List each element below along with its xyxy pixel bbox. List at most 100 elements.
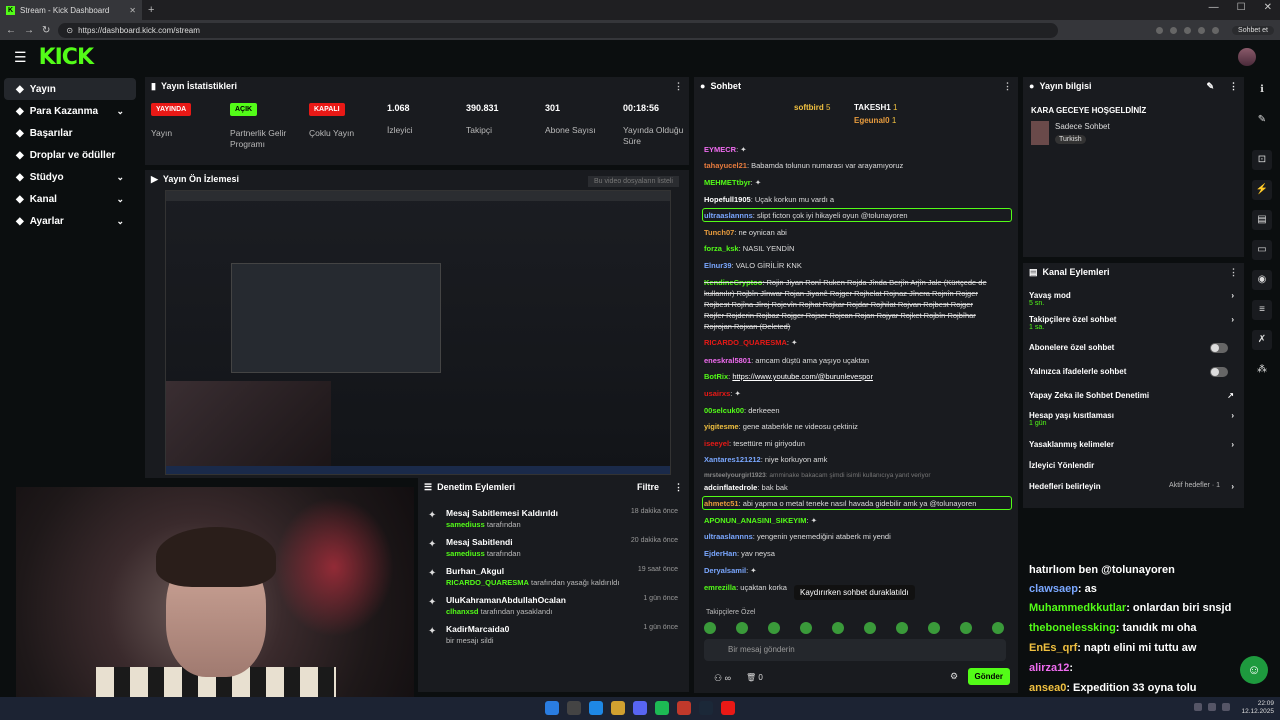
avatar[interactable] [1238, 48, 1256, 66]
steam-icon[interactable] [699, 701, 713, 715]
chat-username[interactable]: KendineCryptoo [704, 278, 762, 287]
chevron-down-icon[interactable]: ⌄ [116, 106, 124, 117]
channel-action[interactable]: Yalnızca ifadelerle sohbet [1029, 367, 1234, 377]
minimize-icon[interactable]: — [1209, 2, 1219, 13]
chat-username[interactable]: mrsteelyourgirl1923 [704, 472, 766, 479]
more-options-icon[interactable]: ⋮ [1229, 81, 1238, 92]
server-icon[interactable]: ≡ [1252, 300, 1272, 320]
chat-username[interactable]: forza_ksk [704, 244, 739, 253]
chat-message[interactable]: BotRix: https://www.youtube.com/@burunle… [704, 372, 873, 381]
trash-icon[interactable]: 🗑 [746, 673, 756, 682]
emote-icon[interactable] [800, 622, 812, 634]
more-options-icon[interactable]: ⋮ [674, 482, 683, 493]
chat-username[interactable]: EjderHan [704, 549, 737, 558]
url-field[interactable]: ⊙ https://dashboard.kick.com/stream [58, 22, 1059, 38]
search-icon[interactable] [567, 701, 581, 715]
top-gifter[interactable]: TAKESH1 1 [854, 103, 897, 112]
close-tab-icon[interactable]: ✕ [129, 6, 136, 15]
chevron-right-icon[interactable]: › [1231, 440, 1234, 449]
kick-logo[interactable]: KICK [39, 45, 94, 70]
emote-icon[interactable] [864, 622, 876, 634]
moderation-row[interactable]: ✦ UluKahramanAbdullahOcalan clhanxsd taraf… [426, 595, 688, 621]
chat-message[interactable]: ahmetc51: abi yapma o metal teneke nasıl… [704, 499, 976, 508]
chat-message[interactable]: APONUN_ANASINI_SIKEYIM: ✦ [704, 516, 817, 525]
more-options-icon[interactable]: ⋮ [674, 81, 683, 92]
extension-icon[interactable] [1212, 26, 1220, 34]
emote-icon[interactable] [768, 622, 780, 634]
chat-input[interactable]: Bir mesaj gönderin [704, 639, 1006, 661]
chat-message[interactable]: Tunch07: ne oynican abi [704, 228, 787, 237]
chat-message[interactable]: RICARDO_QUARESMA: ✦ [704, 338, 797, 347]
chat-paused-notice[interactable]: Kaydırırken sohbet duraklatıldı [794, 585, 915, 600]
moderation-row[interactable]: ✦ Mesaj Sabitlemesi Kaldırıldı samediuss t… [426, 508, 688, 534]
channel-action[interactable]: Yavaş mod 5 sn. › [1029, 291, 1234, 307]
windows-start-icon[interactable] [545, 701, 559, 715]
chevron-down-icon[interactable]: ⌄ [116, 194, 124, 205]
moderator-name[interactable]: samediuss [446, 520, 485, 529]
maximize-icon[interactable]: ☐ [1237, 2, 1246, 13]
chat-message[interactable]: iseeyel: tesettüre mi giriyodun [704, 439, 805, 448]
explorer-icon[interactable] [611, 701, 625, 715]
chat-username[interactable]: iseeyel [704, 439, 729, 448]
emote-icon[interactable] [704, 622, 716, 634]
chat-username[interactable]: APONUN_ANASINI_SIKEYIM [704, 516, 807, 525]
send-button[interactable]: Gönder [967, 668, 1010, 685]
chat-username[interactable]: Tunch07 [704, 228, 734, 237]
emote-icon[interactable] [928, 622, 940, 634]
browser-tab[interactable]: K Stream - Kick Dashboard ✕ [0, 0, 142, 20]
channel-action[interactable]: Hedefleri belirleyin Aktif hedefler · 1 › [1029, 482, 1234, 491]
lightning-icon[interactable]: ⚡ [1252, 180, 1272, 200]
forward-icon[interactable]: → [24, 25, 34, 36]
chat-username[interactable]: EYMECR [704, 145, 736, 154]
chat-message[interactable]: KendineCryptoo: Rojin Jiyan Ronî Ruken R… [704, 277, 994, 332]
reload-icon[interactable]: ↻ [42, 25, 50, 36]
document-icon[interactable]: ▤ [1252, 210, 1272, 230]
settings-icons[interactable]: ⚇ ∞ [714, 673, 731, 684]
sidebar-item-5[interactable]: ◆ Kanal ⌄ [4, 188, 136, 210]
sidebar-item-3[interactable]: ◆ Droplar ve ödüller [4, 144, 136, 166]
channel-action[interactable]: Abonelere özel sohbet [1029, 343, 1234, 353]
chat-message[interactable]: 00selcuk00: derkeeen [704, 406, 780, 415]
sidebar-item-0[interactable]: ◆ Yayın [4, 78, 136, 100]
chat-message[interactable]: Elnur39: VALO GİRİLİR KNK [704, 261, 802, 270]
chat-message[interactable]: eneskral5801: amcam düştü ama yaşıyo uça… [704, 356, 869, 365]
chat-username[interactable]: usairxs [704, 389, 730, 398]
chevron-right-icon[interactable]: › [1231, 291, 1234, 300]
apps-icon[interactable]: ⁂ [1252, 360, 1272, 380]
emote-icon[interactable] [992, 622, 1004, 634]
moderator-name[interactable]: samediuss [446, 549, 485, 558]
chat-username[interactable]: BotRix [704, 372, 728, 381]
tray-icon[interactable] [1222, 703, 1230, 711]
chat-username[interactable]: eneskral5801 [704, 356, 751, 365]
extension-icon[interactable] [1198, 26, 1206, 34]
extension-icon[interactable] [1170, 26, 1178, 34]
moderation-row[interactable]: ✦ Burhan_Akgul RICARDO_QUARESMA tarafından… [426, 566, 688, 592]
profile-chip[interactable]: Sohbet et [1232, 25, 1274, 35]
chat-message[interactable]: mrsteelyourgirl1923: amminake bakacam şi… [704, 472, 931, 479]
channel-action[interactable]: Yasaklanmış kelimeler › [1029, 440, 1234, 449]
more-options-icon[interactable]: ⋮ [1003, 81, 1012, 92]
moderator-name[interactable]: RICARDO_QUARESMA [446, 578, 529, 587]
chat-username[interactable]: ahmetc51 [704, 499, 739, 508]
chat-message[interactable]: Deryalsamil: ✦ [704, 566, 757, 575]
chat-message[interactable]: ultraaslannns: slipt ficton çok iyi hika… [704, 211, 908, 220]
toggle-switch[interactable] [1210, 367, 1228, 377]
chat-message[interactable]: forza_ksk: NASIL YENDİN [704, 244, 794, 253]
tray-icon[interactable] [1194, 703, 1202, 711]
scan-icon[interactable]: ⊡ [1252, 150, 1272, 170]
broadcast-icon[interactable]: ◉ [1252, 270, 1272, 290]
tag-badge[interactable]: Turkish [1055, 135, 1086, 144]
chat-message[interactable]: MEHMETtbyr: ✦ [704, 178, 761, 187]
channel-action[interactable]: Hesap yaşı kısıtlaması 1 gün › [1029, 411, 1234, 427]
extension-icon[interactable] [1184, 26, 1192, 34]
chat-message[interactable]: yigitesme: gene ataberkle ne videosu çek… [704, 422, 858, 431]
sidebar-item-6[interactable]: ◆ Ayarlar ⌄ [4, 210, 136, 232]
wrench-icon[interactable]: ✗ [1252, 330, 1272, 350]
chat-message[interactable]: EjderHan: yav neysa [704, 549, 775, 558]
more-options-icon[interactable]: ⋮ [1229, 267, 1238, 278]
moderator-name[interactable]: clhanxsd [446, 607, 479, 616]
pencil-icon[interactable]: ✎ [1252, 110, 1272, 130]
channel-action[interactable]: Yapay Zeka ile Sohbet Denetimi ↗ [1029, 391, 1234, 400]
chevron-down-icon[interactable]: ⌄ [116, 216, 124, 227]
emote-icon[interactable] [832, 622, 844, 634]
